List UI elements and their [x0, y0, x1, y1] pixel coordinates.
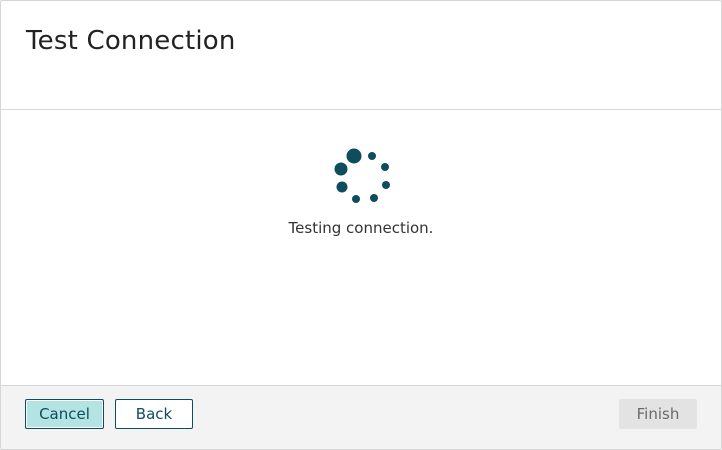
status-message: Testing connection.: [288, 219, 434, 237]
dialog-header: Test Connection: [1, 1, 721, 110]
dialog-footer: Cancel Back Finish: [1, 385, 721, 449]
loading-spinner-icon: [334, 148, 390, 203]
test-connection-dialog: Test Connection Testing connection. Canc…: [0, 0, 722, 450]
back-button[interactable]: Back: [115, 399, 193, 429]
dialog-title: Test Connection: [26, 26, 236, 56]
cancel-button[interactable]: Cancel: [25, 399, 104, 429]
finish-button[interactable]: Finish: [619, 399, 697, 429]
dialog-body: Testing connection.: [1, 111, 721, 385]
